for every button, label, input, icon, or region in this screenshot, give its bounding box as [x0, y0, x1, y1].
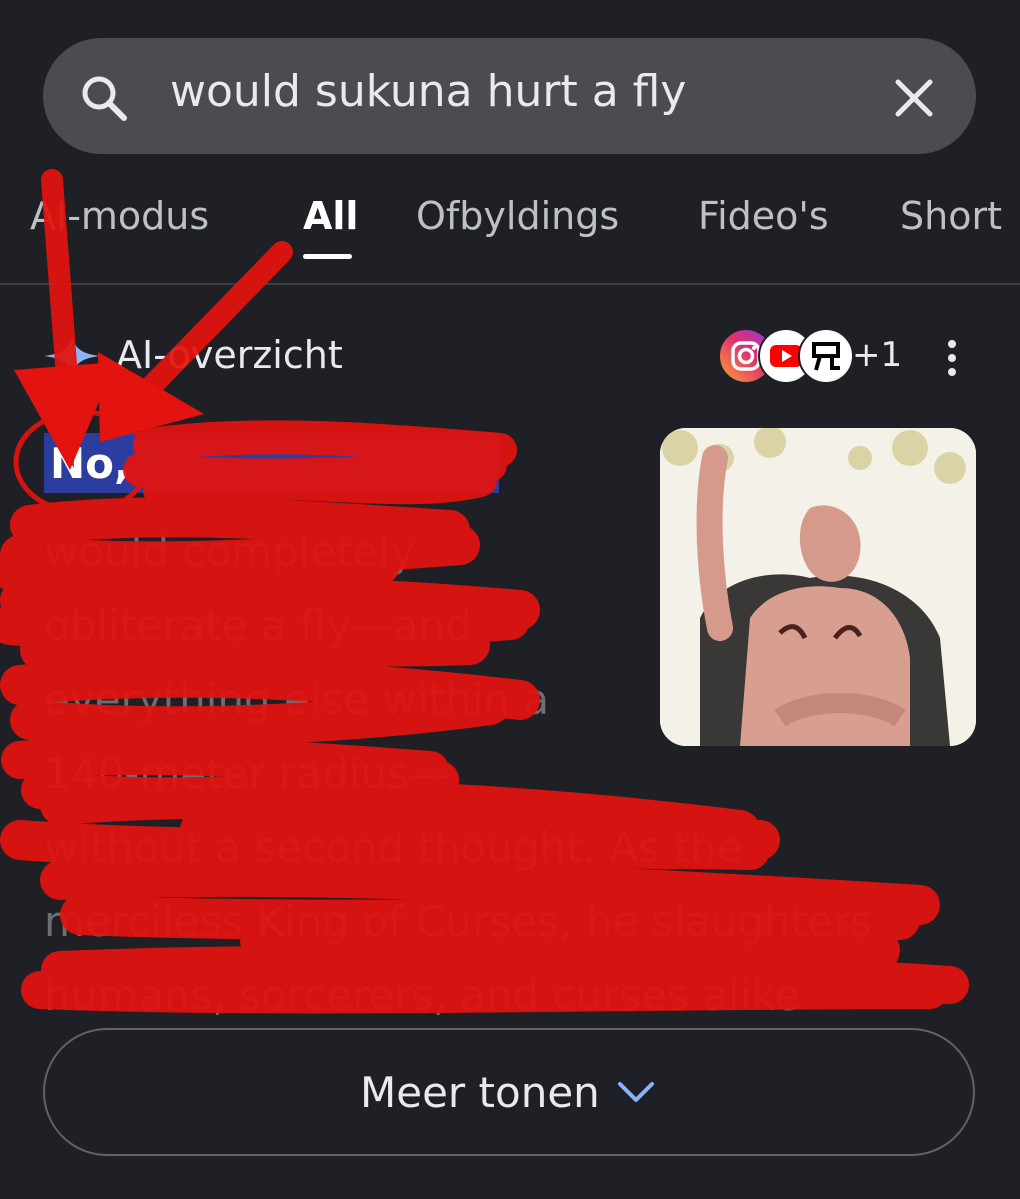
answer-line: without a second thought. As the: [44, 823, 743, 872]
result-thumbnail[interactable]: [660, 428, 976, 746]
tab-short[interactable]: Short: [900, 194, 1002, 238]
answer-line: merciless King of Curses, he slaughters: [44, 897, 873, 946]
tab-all[interactable]: All: [303, 194, 358, 238]
search-icon: [82, 76, 127, 121]
chevron-down-icon[interactable]: [616, 1080, 656, 1106]
answer-line: humans, sorcerers, and curses alike: [44, 971, 801, 1020]
source-avatars[interactable]: [718, 328, 858, 384]
source-logo-icon: [798, 328, 854, 384]
source-count[interactable]: +1: [852, 335, 902, 375]
search-input[interactable]: would sukuna hurt a fly: [170, 66, 686, 117]
divider: [0, 283, 1020, 285]
tab-ai-mode[interactable]: AI-modus: [30, 194, 209, 238]
more-options-icon[interactable]: [942, 338, 964, 378]
tab-videos[interactable]: Fideo's: [698, 194, 829, 238]
highlighted-answer-word: No,: [50, 439, 130, 488]
ai-sparkle-icon: [44, 336, 100, 376]
active-tab-indicator: [303, 254, 352, 259]
tab-bar: AI-modus All Ofbyldings Fideo's Short: [0, 188, 1020, 268]
tab-images[interactable]: Ofbyldings: [416, 194, 619, 238]
answer-line: 140-meter radius—: [44, 749, 451, 798]
text-highlight: No,: [44, 433, 499, 493]
ai-overview-title: AI-overzicht: [116, 333, 343, 377]
close-icon[interactable]: [892, 76, 936, 120]
show-more-label[interactable]: Meer tonen: [360, 1068, 600, 1117]
